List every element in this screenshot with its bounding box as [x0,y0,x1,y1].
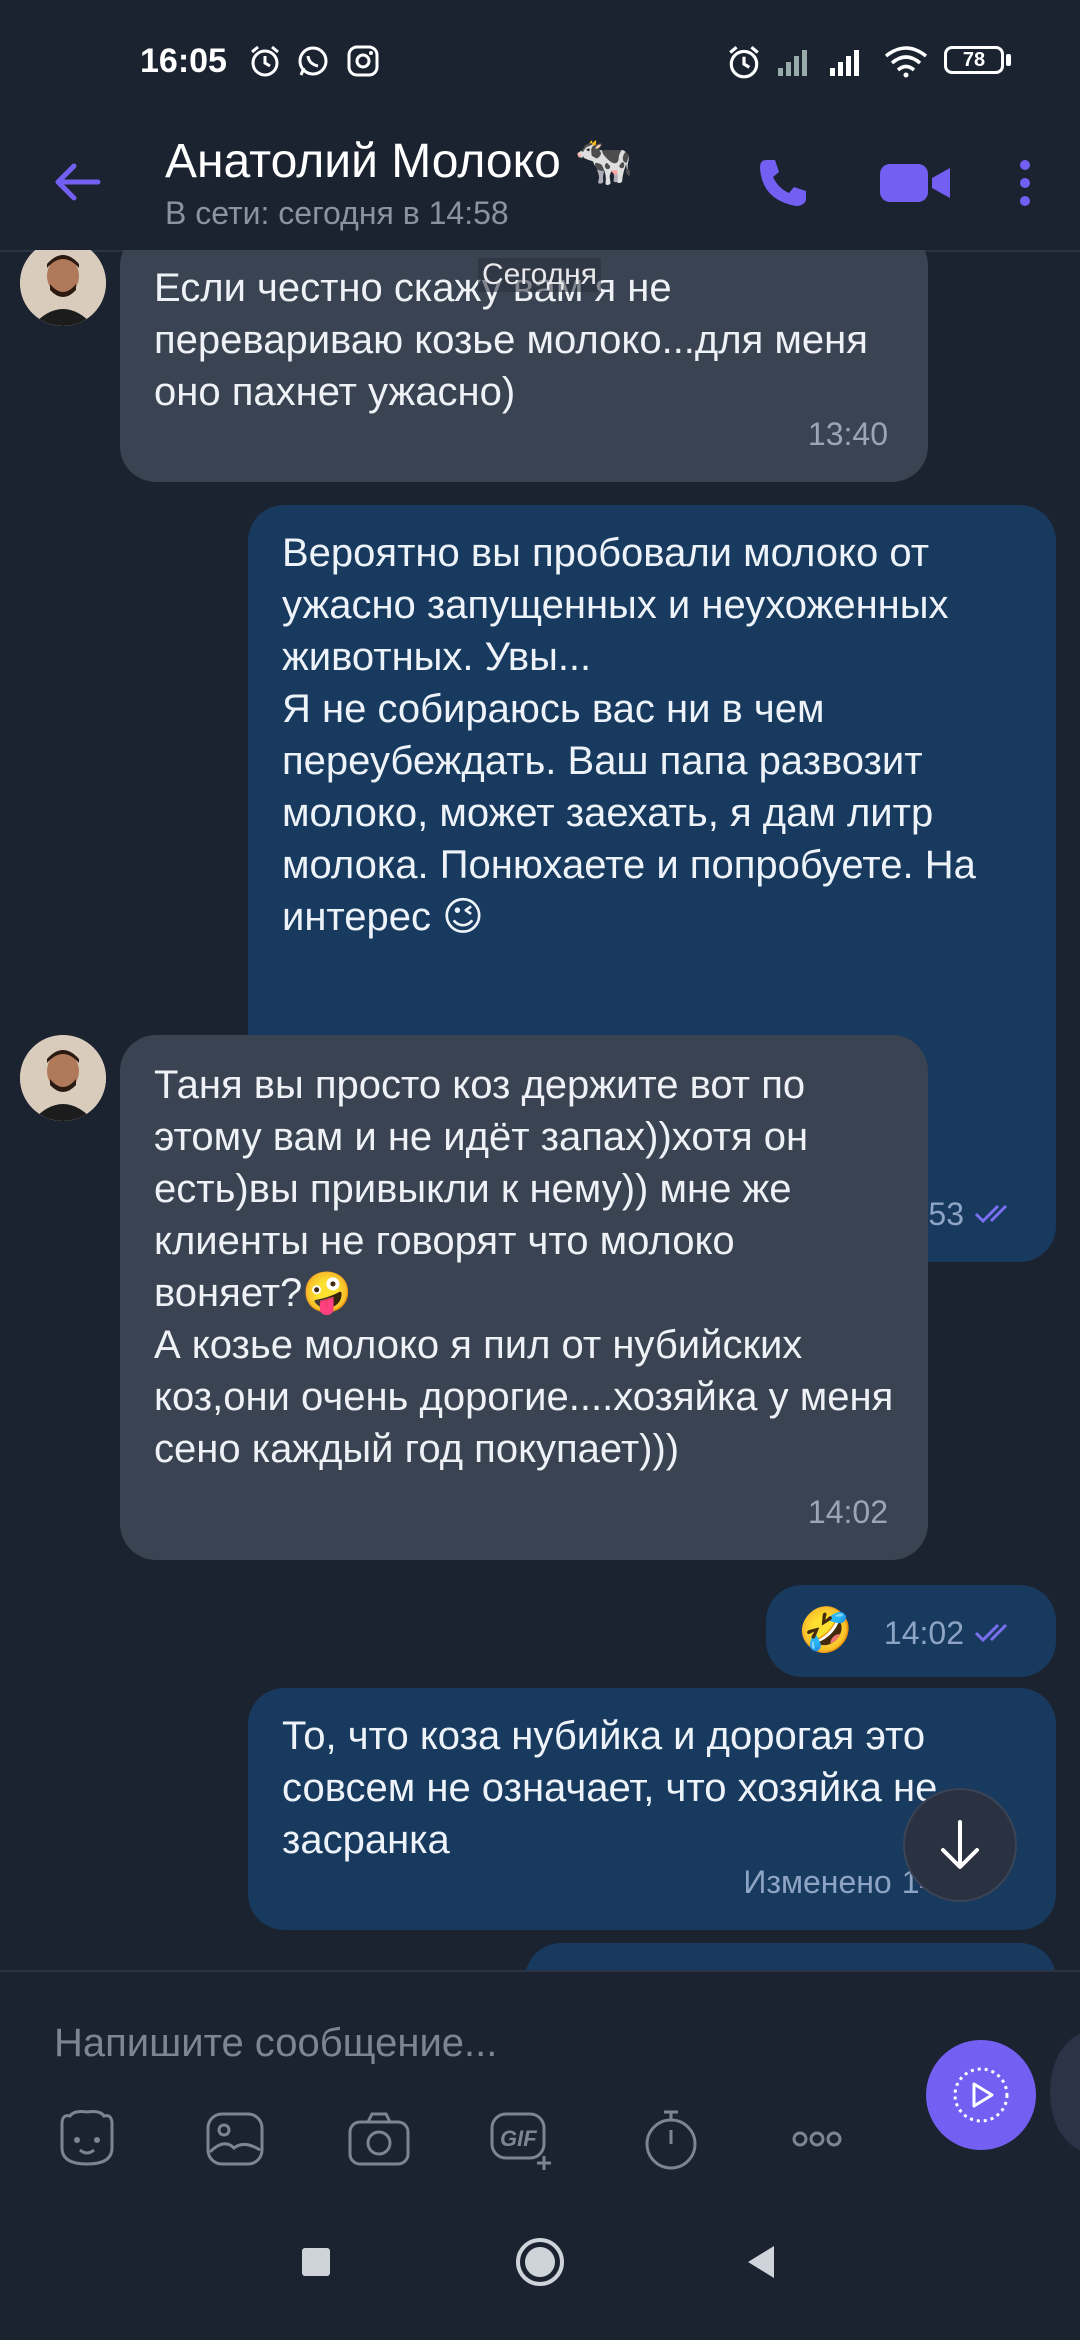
battery-level: 78 [962,49,986,71]
avatar-photo [20,250,106,326]
edited-label: Изменено [743,1864,892,1900]
video-camera-icon[interactable] [876,148,956,218]
gif-button[interactable]: GIF [488,2104,558,2174]
contact-status: В сети: сегодня в 14:58 [165,195,509,231]
recents-square-icon[interactable] [286,2232,346,2292]
wifi-icon [884,46,928,78]
avatar-photo [20,1035,106,1121]
message-text: В [559,1963,586,1970]
signal-icon [778,50,807,76]
status-time: 16:05 [140,42,227,80]
message-meta: 14:02 [884,1607,1016,1659]
message-meta: 13:40 [808,408,888,460]
message-composer: GIF [0,1970,1080,2182]
voice-record-icon [953,2067,1009,2123]
system-nav-bar [0,2180,1080,2340]
gif-label: GIF [500,2126,537,2151]
alarm-icon [251,45,279,77]
alarm-icon [729,45,759,79]
double-check-icon [974,1623,1008,1643]
signal-icon [830,50,859,76]
sticker-icon[interactable] [52,2104,122,2174]
message-bubble-outgoing[interactable]: В [525,1943,1056,1970]
phone-icon[interactable] [748,148,818,218]
back-arrow-icon[interactable] [48,152,108,212]
more-vertical-icon[interactable] [1000,148,1050,218]
battery-icon: 78 [944,46,1004,74]
message-emoji: 🤣 [798,1606,853,1655]
contact-avatar[interactable] [20,1035,106,1121]
double-check-icon [974,1204,1008,1224]
camera-icon[interactable] [344,2104,414,2174]
battery-tip [1006,54,1011,66]
message-time: 14:02 [883,1615,964,1651]
gallery-icon[interactable] [200,2104,270,2174]
message-bubble-incoming[interactable]: Таня вы просто коз держите вот по этому … [120,1035,928,1560]
contact-avatar[interactable] [20,250,106,326]
back-triangle-icon[interactable] [732,2232,792,2292]
message-text: Вероятно вы пробовали молоко от ужасно з… [282,531,976,939]
chat-header: Анатолий Молоко 🐄 В сети: сегодня в 14:5… [0,120,1080,252]
whatsapp-icon [298,46,328,76]
message-text: Таня вы просто коз держите вот по этому … [154,1063,894,1471]
message-meta: 14:02 [808,1486,888,1538]
message-time: 14:02 [807,1494,888,1530]
message-list[interactable]: Если честно скажу вам я не перевариваю к… [0,250,1080,1970]
arrow-down-icon [941,1820,979,1869]
message-input[interactable] [52,2012,856,2074]
more-horizontal-icon[interactable] [782,2104,852,2174]
message-bubble-outgoing[interactable]: 🤣 14:02 [766,1585,1056,1677]
date-divider: Сегодня [478,258,601,292]
message-time: 13:40 [807,416,888,452]
home-circle-icon[interactable] [510,2232,570,2292]
voice-record-button[interactable] [926,2040,1036,2150]
timer-icon[interactable] [636,2104,706,2174]
side-panel-peek [1050,2032,1080,2152]
contact-name[interactable]: Анатолий Молоко 🐄 [165,132,634,189]
scroll-to-bottom-button[interactable] [903,1788,1017,1902]
instagram-icon [347,45,379,77]
status-bar: 16:05 78 [0,0,1080,120]
